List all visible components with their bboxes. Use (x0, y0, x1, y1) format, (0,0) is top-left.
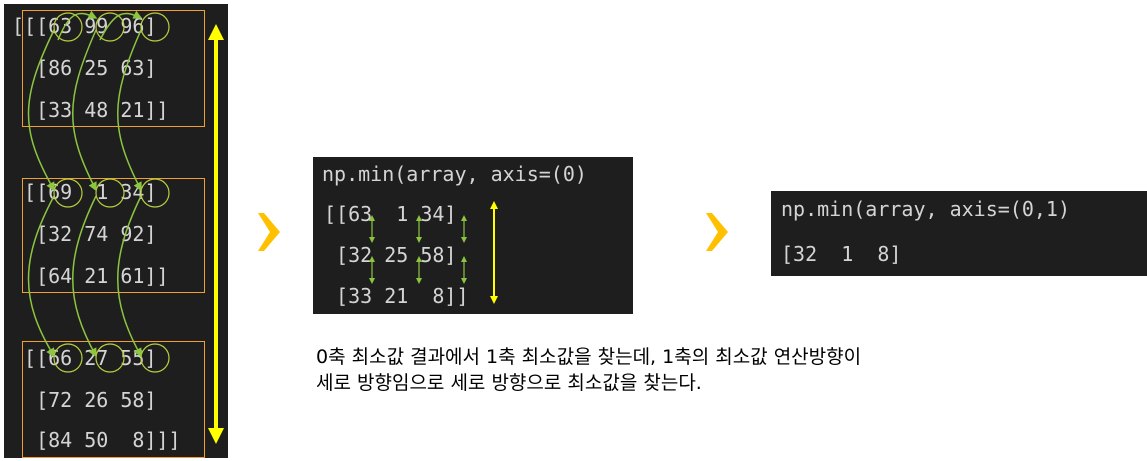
curve-top-1 (57, 10, 98, 41)
middle-green-arrows (369, 215, 467, 284)
circle-b2-c3 (140, 178, 170, 208)
circle-b3-c2 (95, 343, 125, 373)
circle-b1-c2 (95, 12, 125, 42)
circle-b3-c1 (53, 343, 83, 373)
circle-b2-c1 (53, 178, 83, 208)
circle-b2-c2 (95, 178, 125, 208)
annotation-overlay (27, 10, 728, 444)
circle-b3-c3 (140, 343, 170, 373)
curve-1a (27, 29, 55, 192)
circle-b1-c3 (140, 12, 170, 42)
highlight-circles (53, 12, 170, 373)
circle-b1-c1 (53, 12, 83, 42)
curve-1b (27, 195, 55, 358)
curve-3a (117, 29, 142, 192)
curve-2a (72, 29, 97, 192)
curve-3b (117, 195, 142, 358)
curve-2b (72, 195, 97, 358)
chevron-arrow-icon-1 (258, 213, 280, 251)
green-curve-arrows (27, 10, 143, 358)
chevron-arrow-icon-2 (706, 213, 728, 251)
